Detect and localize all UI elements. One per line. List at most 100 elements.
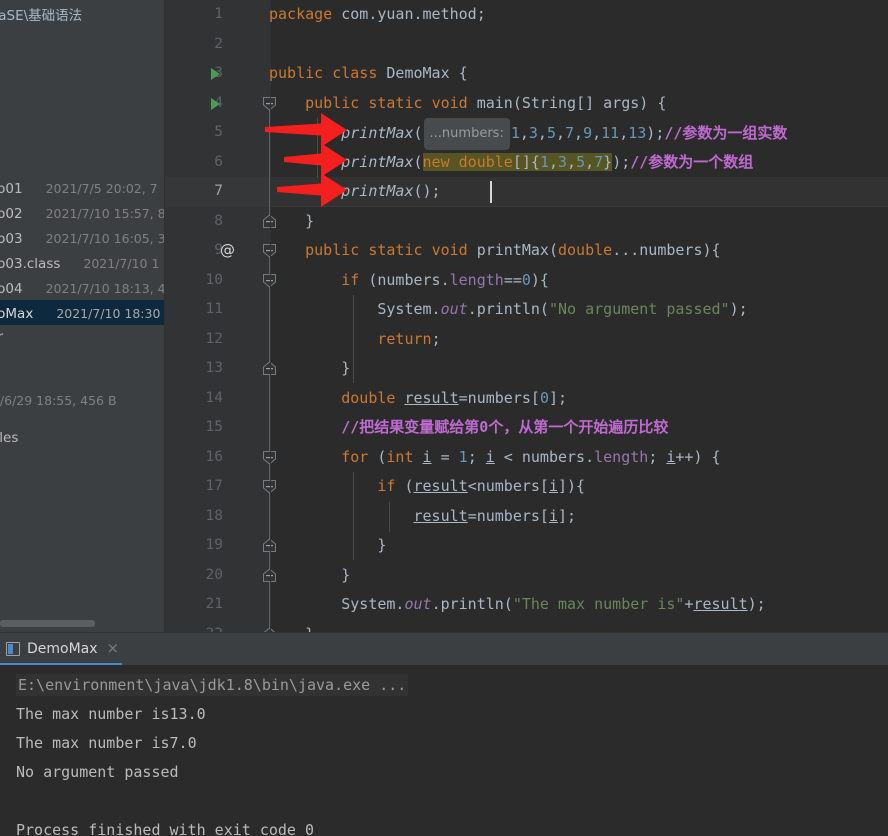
code-line-text: //把结果变量赋给第0个，从第一个开始遍历比较 [341,418,669,436]
gutter-line[interactable]: 21 [165,590,270,620]
gutter-line[interactable]: 11 [165,295,270,325]
gutter-line[interactable]: 17 [165,472,270,502]
gutter-line[interactable]: 13 [165,354,270,384]
line-number: 17 [205,478,223,494]
gutter-line[interactable]: 1 [165,0,270,30]
project-file-list[interactable]: od mo01 2021/7/5 20:02, 7 mo02 2021/7/10 15:… [0,150,165,451]
project-node-consoles[interactable]: soles [0,426,149,451]
code-line-text: } [341,565,351,584]
gutter-line[interactable]: 5 [165,118,270,148]
code-line[interactable]: } [271,531,888,561]
gutter-line[interactable]: 7 [165,177,270,207]
code-line-text: System.out.println("The max number is"+r… [341,595,766,613]
gutter-line[interactable]: 3 [165,59,270,89]
code-line[interactable]: printMax(...numbers: 1,3,5,7,9,11,13);//参… [269,118,888,150]
project-node-label: mo03 [0,231,23,247]
code-line[interactable]: public class DemoMax { [269,59,888,89]
project-node-label: mo01 [0,181,23,197]
code-line[interactable]: public static void printMax(double...num… [271,236,888,266]
code-line[interactable]: if (numbers.length==0){ [271,266,888,296]
sidebar-horizontal-scrollbar[interactable] [0,620,95,627]
line-number: 16 [205,448,223,465]
run-tool-window[interactable]: DemoMax × E:\environment\java\jdk1.8\bin… [0,632,888,836]
project-node-label: mo02 [0,206,23,222]
gutter-line[interactable]: 14 [165,384,270,414]
gutter-line[interactable]: 18 [165,502,270,532]
code-line[interactable]: } [271,207,888,237]
console-tab-bar[interactable]: DemoMax × [0,632,888,665]
gutter-line[interactable]: 15 [165,413,270,443]
gutter-line[interactable]: 10 [165,266,270,296]
console-tab-label: DemoMax [27,640,98,657]
project-node-meta: 2021/7/5 20:02, 7 [45,181,158,196]
indent-guide [389,502,390,532]
line-number: 15 [205,419,223,435]
project-node[interactable]: tor [0,325,149,350]
code-line[interactable]: result=numbers[i]; [271,502,888,532]
code-line[interactable]: } [271,561,888,591]
console-tab-demomax[interactable]: DemoMax × [0,632,119,665]
code-line-text: printMax(); [341,182,441,200]
editor-gutter[interactable]: 123456789@10111213141516171819202122 [165,0,270,632]
code-editor[interactable]: 123456789@10111213141516171819202122 pac… [165,0,888,632]
code-line[interactable]: for (int i = 1; i < numbers.length; i++)… [271,443,888,473]
console-output[interactable]: E:\environment\java\jdk1.8\bin\java.exe … [0,665,888,836]
project-node[interactable]: er [0,350,149,375]
code-line[interactable]: } [271,354,888,384]
code-line-text: printMax(...numbers: 1,3,5,7,9,11,13);//参… [269,118,787,150]
indent-guide [317,118,318,178]
console-command-text: E:\environment\java\jdk1.8\bin\java.exe … [16,674,409,696]
code-line[interactable] [271,30,888,60]
code-line[interactable]: printMax(); [271,177,888,207]
code-line[interactable]: } [271,620,888,633]
annotation-at-icon[interactable]: @ [220,236,235,266]
code-line[interactable]: if (result<numbers[i]){ [271,472,888,502]
project-node-label: mo03.class [0,256,61,272]
code-line[interactable]: System.out.println("The max number is"+r… [271,590,888,620]
gutter-line[interactable]: 2 [165,30,270,60]
project-node-label: mo04 [0,281,23,297]
gutter-line[interactable]: 22 [165,620,270,633]
project-node[interactable]: mo03.class 2021/7/10 1 [0,250,165,275]
code-line[interactable]: package com.yuan.method; [269,0,888,30]
project-node[interactable]: od [0,150,149,175]
code-line[interactable]: //把结果变量赋给第0个，从第一个开始遍历比较 [271,413,888,443]
project-root-label: avaSE\基础语法 [0,8,83,24]
gutter-line[interactable]: 4 [165,89,270,119]
project-node-meta: 2021/7/10 18:13, 4 [45,281,165,296]
console-output-line: The max number is7.0 [16,734,197,752]
indent-guide [353,472,354,560]
code-line-text: public class DemoMax { [269,64,468,82]
code-line-text: return; [377,329,441,348]
project-tool-window[interactable]: avaSE\基础语法 od mo01 2021/7/5 20:02, 7 mo02 20… [0,0,165,632]
line-number: 18 [205,507,223,524]
code-line[interactable]: printMax(new double[]{1,3,5,7});//参数为一个数… [271,148,888,178]
close-icon[interactable]: × [107,641,120,656]
gutter-line[interactable]: 9 @ [165,236,270,266]
project-node-selected[interactable]: moMax 2021/7/10 18:30 [0,300,165,325]
code-line[interactable]: System.out.println("No argument passed")… [271,295,888,325]
gutter-line[interactable]: 8 [165,207,270,237]
project-node[interactable]: mo04 2021/7/10 18:13, 4 [0,275,165,300]
gutter-line[interactable]: 6 [165,148,270,178]
gutter-line[interactable]: 19 [165,531,270,561]
project-node-meta: 2021/7/10 16:05, 3 [45,231,165,246]
project-node-meta: 2021/7/10 15:57, 8 [45,206,165,221]
line-number: 11 [205,301,223,317]
run-gutter-icon[interactable] [211,97,220,110]
line-number: 13 [205,360,223,376]
code-text-area[interactable]: package com.yuan.method; public class Dem… [269,0,888,633]
gutter-line[interactable]: 16 [165,443,270,473]
line-number: 5 [214,124,223,140]
project-node[interactable]: mo03 2021/7/10 16:05, 3 [0,225,165,250]
code-line[interactable]: return; [271,325,888,355]
gutter-line[interactable]: 12 [165,325,270,355]
run-gutter-icon[interactable] [211,68,220,80]
code-line[interactable]: public static void main(String[] args) { [271,89,888,119]
project-node[interactable]: mo01 2021/7/5 20:02, 7 [0,175,165,200]
project-node[interactable]: mo02 2021/7/10 15:57, 8 [0,200,165,225]
gutter-line[interactable]: 20 [165,561,270,591]
line-number: 8 [214,212,223,229]
code-line[interactable]: double result=numbers[0]; [271,384,888,414]
